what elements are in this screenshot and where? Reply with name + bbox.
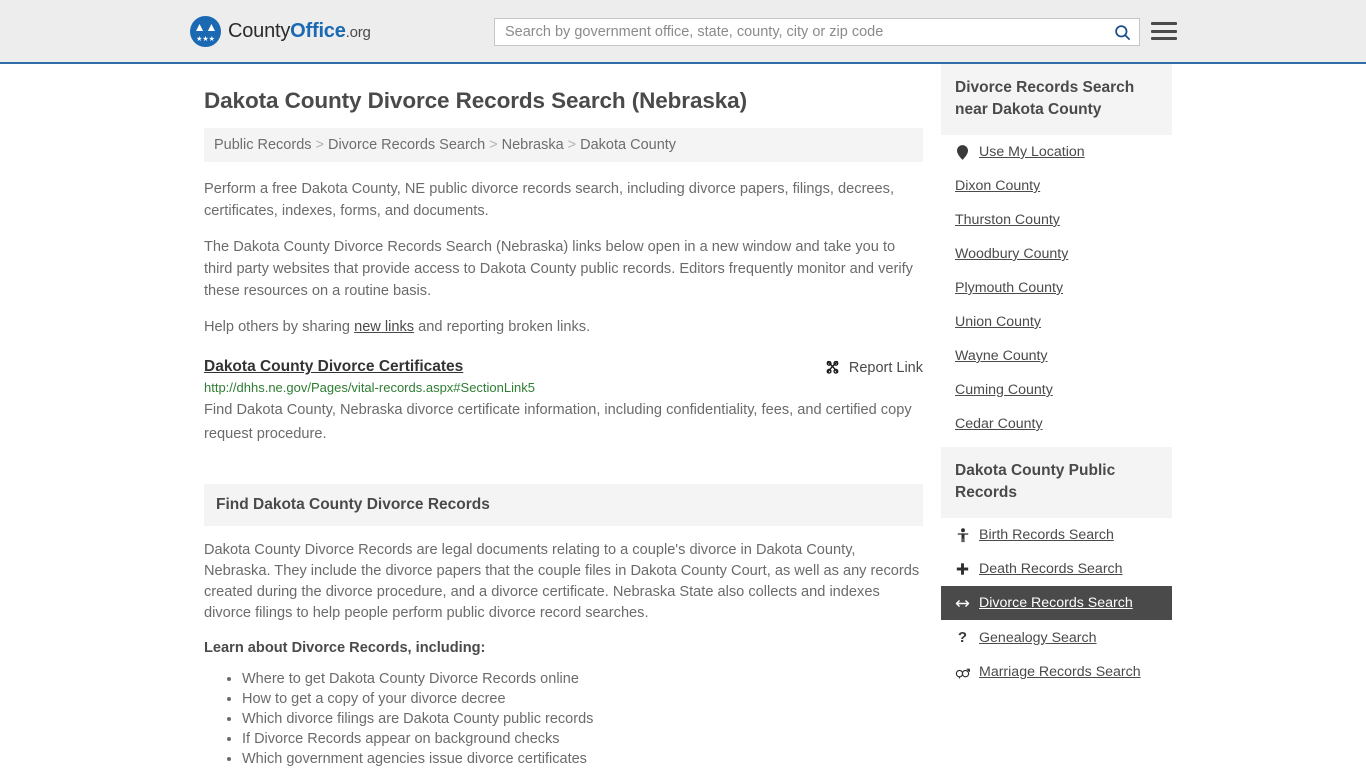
sidebar-item-label: Birth Records Search — [979, 527, 1114, 543]
hamburger-menu-icon — [1151, 37, 1177, 40]
sidebar-item-union-county[interactable]: Union County — [941, 305, 1172, 339]
cross-icon — [955, 562, 970, 576]
result-description: Find Dakota County, Nebraska divorce cer… — [204, 402, 912, 442]
list-item: If Divorce Records appear on background … — [242, 729, 923, 749]
sidebar-nearby-heading: Divorce Records Search near Dakota Count… — [941, 64, 1172, 135]
male-female-icon — [955, 668, 970, 678]
breadcrumb: Public Records > Divorce Records Search > Ne… — [204, 128, 923, 162]
sidebar-item-label: Marriage Records Search — [979, 664, 1141, 680]
sidebar-item-dixon-county[interactable]: Dixon County — [941, 169, 1172, 203]
result-title-link[interactable]: Dakota County Divorce Certificates — [204, 358, 463, 376]
sidebar-public-records-list: Birth Records Search Death Records Searc… — [941, 518, 1172, 689]
breadcrumb-separator: > — [567, 137, 577, 153]
list-item: Which divorce filings are Dakota County … — [242, 709, 923, 729]
breadcrumb-item-dakota-county[interactable]: Dakota County — [580, 137, 676, 153]
result-item: Dakota County Divorce Certificates Repor… — [204, 358, 923, 446]
sidebar-item-genealogy-search[interactable]: ? Genealogy Search — [941, 620, 1172, 655]
sidebar: Divorce Records Search near Dakota Count… — [941, 64, 1172, 689]
sidebar-item-use-my-location[interactable]: Use My Location — [941, 135, 1172, 169]
panel-paragraph: Dakota County Divorce Records are legal … — [204, 542, 920, 621]
map-pin-icon — [955, 144, 970, 160]
logo-name-part1: County — [228, 19, 291, 42]
logo-wordmark: CountyOffice.org — [228, 20, 371, 43]
share-paragraph: Help others by sharing new links and rep… — [204, 316, 923, 338]
sidebar-public-records-heading: Dakota County Public Records — [941, 447, 1172, 518]
sidebar-item-label: Divorce Records Search — [979, 595, 1133, 611]
main-content: Dakota County Divorce Records Search (Ne… — [204, 64, 923, 768]
left-right-arrow-icon — [955, 599, 970, 607]
result-url: http://dhhs.ne.gov/Pages/vital-records.a… — [204, 380, 535, 395]
find-records-panel: Find Dakota County Divorce Records Dakot… — [204, 484, 923, 768]
eagle-icon: ▲▲ — [193, 19, 218, 34]
list-item: How to get a copy of your divorce decree — [242, 689, 923, 709]
sidebar-item-label: Dixon County — [955, 178, 1041, 194]
cross-icon — [956, 563, 969, 575]
share-suffix: and reporting broken links. — [414, 319, 591, 335]
three-stars-icon: ★★★ — [196, 35, 215, 43]
sidebar-item-death-records-search[interactable]: Death Records Search — [941, 552, 1172, 586]
left-right-arrow-icon — [955, 598, 970, 609]
panel-heading: Find Dakota County Divorce Records — [204, 484, 923, 526]
broken-link-icon — [826, 360, 839, 374]
sidebar-item-cuming-county[interactable]: Cuming County — [941, 373, 1172, 407]
hamburger-menu-button[interactable] — [1151, 18, 1177, 44]
sidebar-item-label: Plymouth County — [955, 280, 1064, 296]
site-header: ▲▲ ★★★ CountyOffice.org — [0, 0, 1366, 64]
description-paragraph: The Dakota County Divorce Records Search… — [204, 239, 913, 299]
report-link-button[interactable]: Report Link — [824, 358, 923, 376]
sidebar-item-label: Genealogy Search — [979, 629, 1097, 646]
sidebar-item-label: Union County — [955, 314, 1041, 330]
sidebar-item-label: Wayne County — [955, 348, 1048, 364]
question-mark-icon: ? — [957, 629, 968, 646]
sidebar-item-birth-records-search[interactable]: Birth Records Search — [941, 518, 1172, 552]
sidebar-item-divorce-records-search[interactable]: Divorce Records Search — [941, 586, 1172, 620]
search-input[interactable] — [495, 19, 1105, 45]
breadcrumb-item-public-records[interactable]: Public Records — [214, 137, 312, 153]
sidebar-item-label: Use My Location — [979, 144, 1085, 160]
sidebar-item-thurston-county[interactable]: Thurston County — [941, 203, 1172, 237]
new-links-link[interactable]: new links — [354, 319, 414, 335]
sidebar-item-woodbury-county[interactable]: Woodbury County — [941, 237, 1172, 271]
report-link-label: Report Link — [848, 359, 923, 376]
learn-about-list: Where to get Dakota County Divorce Recor… — [204, 669, 923, 768]
share-prefix: Help others by sharing — [204, 319, 355, 335]
breadcrumb-separator: > — [489, 137, 498, 153]
hamburger-menu-icon — [1151, 22, 1177, 25]
map-pin-icon — [957, 144, 968, 160]
county-office-seal-icon: ▲▲ ★★★ — [190, 15, 221, 47]
logo-tld: .org — [345, 23, 371, 41]
list-item: Where to get Dakota County Divorce Recor… — [242, 669, 923, 689]
sidebar-item-label: Cuming County — [955, 382, 1053, 398]
sidebar-item-marriage-records-search[interactable]: Marriage Records Search — [941, 655, 1172, 689]
breadcrumb-item-nebraska[interactable]: Nebraska — [502, 137, 564, 153]
panel-subheading: Learn about Divorce Records, including: — [204, 640, 486, 656]
page-body: Dakota County Divorce Records Search (Ne… — [0, 64, 1366, 768]
sidebar-item-label: Death Records Search — [979, 561, 1123, 577]
hamburger-menu-icon — [1151, 29, 1177, 33]
sidebar-item-label: Thurston County — [955, 212, 1060, 228]
site-logo[interactable]: ▲▲ ★★★ CountyOffice.org — [190, 15, 371, 47]
sidebar-item-plymouth-county[interactable]: Plymouth County — [941, 271, 1172, 305]
sidebar-nearby-list: Use My Location Dixon County Thurston Co… — [941, 135, 1172, 441]
sidebar-item-wayne-county[interactable]: Wayne County — [941, 339, 1172, 373]
sidebar-item-label: Cedar County — [955, 416, 1043, 432]
child-icon — [957, 527, 968, 542]
search-button[interactable] — [1105, 19, 1139, 45]
sidebar-item-cedar-county[interactable]: Cedar County — [941, 407, 1172, 441]
male-female-icon — [955, 666, 970, 679]
list-item: Which government agencies issue divorce … — [242, 749, 923, 768]
sidebar-item-label: Woodbury County — [955, 246, 1069, 262]
breadcrumb-separator: > — [315, 137, 324, 153]
search-bar[interactable] — [494, 18, 1140, 46]
search-icon — [1114, 24, 1130, 40]
child-icon — [955, 527, 970, 543]
logo-name-part2: Office — [290, 19, 346, 42]
breadcrumb-item-divorce-records-search[interactable]: Divorce Records Search — [328, 137, 485, 153]
page-title: Dakota County Divorce Records Search (Ne… — [204, 88, 747, 113]
intro-paragraph: Perform a free Dakota County, NE public … — [204, 181, 895, 219]
